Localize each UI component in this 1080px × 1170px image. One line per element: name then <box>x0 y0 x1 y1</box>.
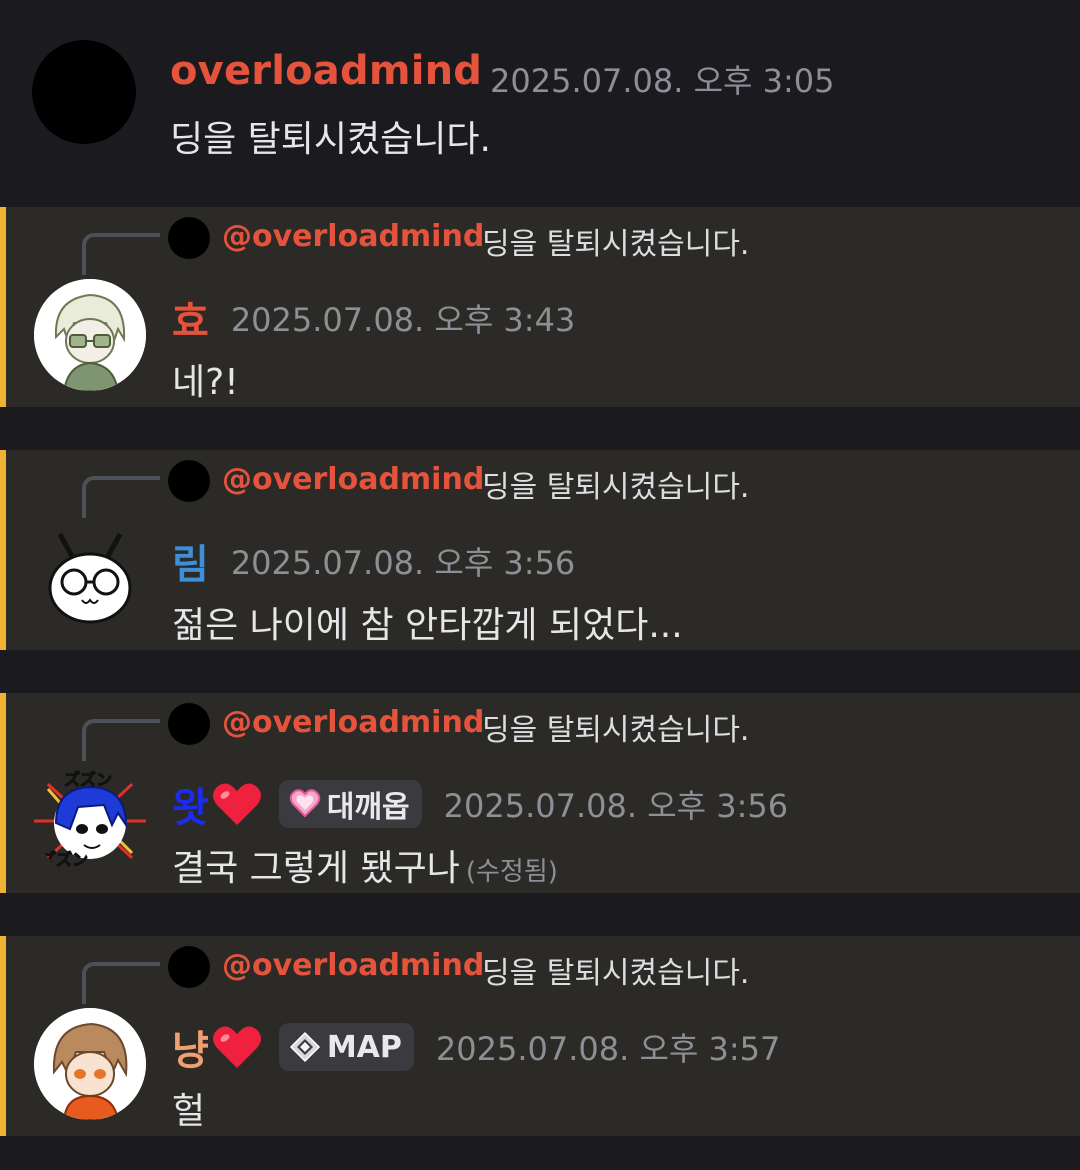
message-header: 림 2025.07.08. 오후 3:56 <box>172 536 576 588</box>
reply-avatar[interactable] <box>168 217 210 259</box>
reply-preview-text[interactable]: 딩을 탈퇴시켰습니다. <box>482 948 749 992</box>
message-header: 왓 대깨옵 2025.07.08. 오후 3:56 <box>172 779 789 831</box>
timestamp: 2025.07.08. 오후 3:57 <box>435 1030 781 1068</box>
avatar-image-icon <box>34 522 146 634</box>
avatar[interactable] <box>34 522 146 634</box>
timestamp: 2025.07.08. 오후 3:56 <box>443 787 789 825</box>
reply-mention[interactable]: @overloadmind <box>222 948 484 983</box>
message-text: 젊은 나이에 참 안타깝게 되었다... <box>172 605 683 646</box>
reply-preview-text[interactable]: 딩을 탈퇴시켰습니다. <box>482 705 749 749</box>
message-header: 냥 MAP 2025.07.08. 오후 3:57 <box>172 1022 781 1074</box>
pink-heart-icon <box>289 789 321 818</box>
message-reply: @overloadmind 딩을 탈퇴시켰습니다. 냥 MAP 2025.07.… <box>0 936 1080 1136</box>
avatar[interactable] <box>34 279 146 391</box>
username[interactable]: 효 <box>172 289 209 347</box>
message-first: overloadmind 2025.07.08. 오후 3:05 딩을 탈퇴시켰… <box>0 0 1080 190</box>
avatar[interactable]: ズ゙ズン ズ゙ズン <box>34 765 146 877</box>
reply-avatar[interactable] <box>168 946 210 988</box>
role-tag-label: MAP <box>326 1029 402 1065</box>
diamond-compass-icon <box>289 1031 320 1063</box>
chat-log: overloadmind 2025.07.08. 오후 3:05 딩을 탈퇴시켰… <box>0 0 1080 1170</box>
role-tag[interactable]: 대깨옵 <box>278 780 422 828</box>
reply-mention[interactable]: @overloadmind <box>222 705 484 740</box>
reply-avatar[interactable] <box>168 703 210 745</box>
reply-connector <box>82 719 160 761</box>
avatar-image-icon <box>34 279 146 391</box>
avatar[interactable] <box>32 40 136 144</box>
reply-preview-text[interactable]: 딩을 탈퇴시켰습니다. <box>482 219 749 263</box>
role-tag-label: 대깨옵 <box>326 790 410 825</box>
reply-connector <box>82 476 160 518</box>
heart-icon <box>212 1026 261 1068</box>
message-text: 결국 그렇게 됐구나 (수정됨) <box>172 839 558 891</box>
username[interactable]: 림 <box>172 532 209 590</box>
message-reply: @overloadmind 딩을 탈퇴시켰습니다. 림 2025.07.08. … <box>0 450 1080 650</box>
message-text: 딩을 탈퇴시켰습니다. <box>170 119 491 160</box>
message-reply: @overloadmind 딩을 탈퇴시켰습니다. ズ゙ズン ズ゙ズン 왓 대깨… <box>0 693 1080 893</box>
role-tag[interactable]: MAP <box>278 1023 414 1071</box>
username[interactable]: 냥 <box>172 1018 209 1076</box>
avatar-image-icon <box>34 1008 146 1120</box>
message-text-content: 결국 그렇게 됐구나 <box>172 848 460 889</box>
heart-icon <box>212 783 261 825</box>
avatar-image-icon: ズ゙ズン ズ゙ズン <box>34 765 146 877</box>
reply-preview-text[interactable]: 딩을 탈퇴시켰습니다. <box>482 462 749 506</box>
timestamp: 2025.07.08. 오후 3:05 <box>490 62 835 100</box>
timestamp: 2025.07.08. 오후 3:56 <box>230 544 576 582</box>
reply-connector <box>82 962 160 1004</box>
reply-avatar[interactable] <box>168 460 210 502</box>
edited-label: (수정됨) <box>465 857 558 887</box>
svg-text:ズ゙ズン: ズ゙ズン <box>40 850 88 869</box>
username[interactable]: 왓 <box>172 775 209 833</box>
username[interactable]: overloadmind <box>170 48 482 94</box>
reply-mention[interactable]: @overloadmind <box>222 462 484 497</box>
timestamp: 2025.07.08. 오후 3:43 <box>230 301 576 339</box>
reply-connector <box>82 233 160 275</box>
message-text: 네?! <box>172 362 239 403</box>
message-reply: @overloadmind 딩을 탈퇴시켰습니다. 효 2025.07.08. … <box>0 207 1080 407</box>
reply-mention[interactable]: @overloadmind <box>222 219 484 254</box>
message-text: 헐 <box>172 1091 206 1132</box>
message-header: 효 2025.07.08. 오후 3:43 <box>172 293 576 345</box>
avatar[interactable] <box>34 1008 146 1120</box>
svg-text:ズ゙ズン: ズ゙ズン <box>64 770 112 789</box>
